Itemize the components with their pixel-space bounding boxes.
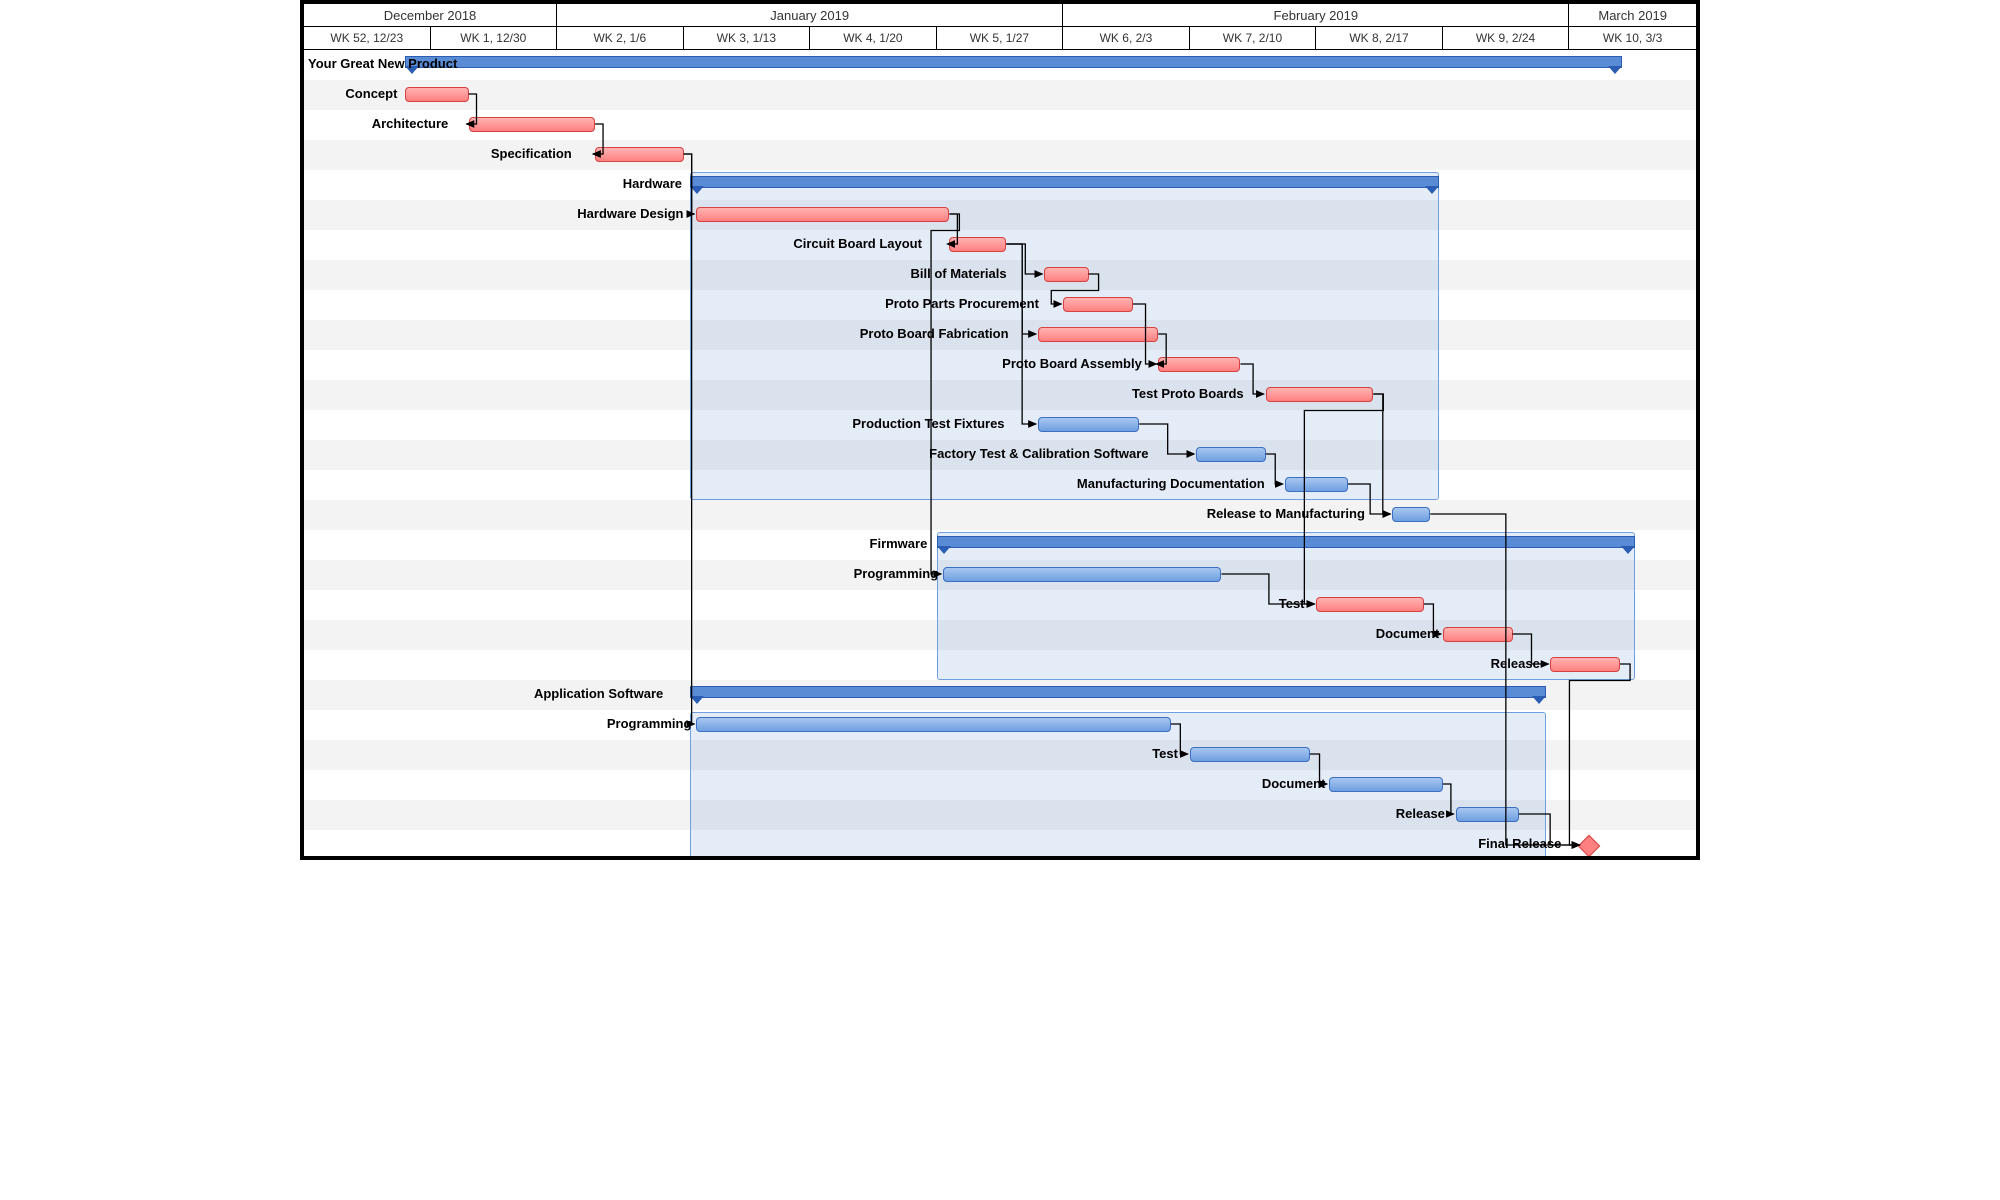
row-label: Specification xyxy=(491,146,572,161)
week-cell: WK 3, 1/13 xyxy=(684,27,811,50)
row-label: Factory Test & Calibration Software xyxy=(929,446,1148,461)
week-cell: WK 9, 2/24 xyxy=(1443,27,1570,50)
row-label: Release xyxy=(1491,656,1540,671)
row-label: Manufacturing Documentation xyxy=(1077,476,1265,491)
month-cell: March 2019 xyxy=(1569,4,1696,27)
row-label: Document xyxy=(1376,626,1440,641)
task-bar xyxy=(469,117,596,132)
row-label: Test xyxy=(1152,746,1178,761)
row-label: Hardware Design xyxy=(577,206,683,221)
row-label: Application Software xyxy=(534,686,663,701)
task-bar xyxy=(405,87,468,102)
task-bar xyxy=(1456,807,1519,822)
month-cell: January 2019 xyxy=(557,4,1063,27)
row-label: Concept xyxy=(345,86,397,101)
summary-bar xyxy=(690,686,1546,698)
summary-bar xyxy=(937,536,1635,548)
row-label: Release to Manufacturing xyxy=(1207,506,1365,521)
week-cell: WK 10, 3/3 xyxy=(1569,27,1696,50)
week-cell: WK 2, 1/6 xyxy=(557,27,684,50)
task-bar xyxy=(1316,597,1424,612)
task-bar xyxy=(1392,507,1430,522)
week-cell: WK 6, 2/3 xyxy=(1063,27,1190,50)
task-bar xyxy=(696,717,1171,732)
row-label: Proto Parts Procurement xyxy=(885,296,1039,311)
row-label: Final Release xyxy=(1478,836,1561,851)
row-label: Document xyxy=(1262,776,1326,791)
month-cell: February 2019 xyxy=(1063,4,1569,27)
task-bar xyxy=(1063,297,1133,312)
gantt-chart: December 2018January 2019February 2019Ma… xyxy=(300,0,1700,860)
row-label: Test Proto Boards xyxy=(1132,386,1244,401)
task-bar xyxy=(1044,267,1088,282)
task-bar xyxy=(1158,357,1240,372)
week-cell: WK 52, 12/23 xyxy=(304,27,431,50)
task-bar xyxy=(949,237,1006,252)
week-cell: WK 5, 1/27 xyxy=(937,27,1064,50)
task-bar xyxy=(696,207,949,222)
month-cell: December 2018 xyxy=(304,4,557,27)
task-bar xyxy=(1038,327,1158,342)
task-bar xyxy=(1329,777,1443,792)
week-cell: WK 7, 2/10 xyxy=(1190,27,1317,50)
task-bar xyxy=(1038,417,1139,432)
task-bar xyxy=(1550,657,1620,672)
task-bar xyxy=(1285,477,1348,492)
row-label: Test xyxy=(1279,596,1305,611)
row-label: Circuit Board Layout xyxy=(793,236,922,251)
row-label: Architecture xyxy=(372,116,449,131)
row-label: Proto Board Fabrication xyxy=(860,326,1009,341)
row-label: Your Great New Product xyxy=(308,56,457,71)
task-bar xyxy=(1443,627,1513,642)
row-label: Firmware xyxy=(870,536,928,551)
row-label: Production Test Fixtures xyxy=(852,416,1004,431)
row-label: Programming xyxy=(854,566,939,581)
task-bar xyxy=(1266,387,1374,402)
task-bar xyxy=(595,147,684,162)
task-bar xyxy=(1190,747,1310,762)
row-label: Programming xyxy=(607,716,692,731)
timeline-header: December 2018January 2019February 2019Ma… xyxy=(304,4,1696,50)
gantt-body: Your Great New Product Concept Architectur… xyxy=(304,50,1696,856)
row-label: Release xyxy=(1396,806,1445,821)
task-bar xyxy=(943,567,1221,582)
summary-bar xyxy=(690,176,1439,188)
week-cell: WK 1, 12/30 xyxy=(431,27,558,50)
week-cell: WK 8, 2/17 xyxy=(1316,27,1443,50)
summary-bar xyxy=(405,56,1622,68)
row-label: Bill of Materials xyxy=(910,266,1006,281)
row-label: Hardware xyxy=(623,176,682,191)
row-label: Proto Board Assembly xyxy=(1002,356,1142,371)
task-bar xyxy=(1196,447,1266,462)
week-cell: WK 4, 1/20 xyxy=(810,27,937,50)
